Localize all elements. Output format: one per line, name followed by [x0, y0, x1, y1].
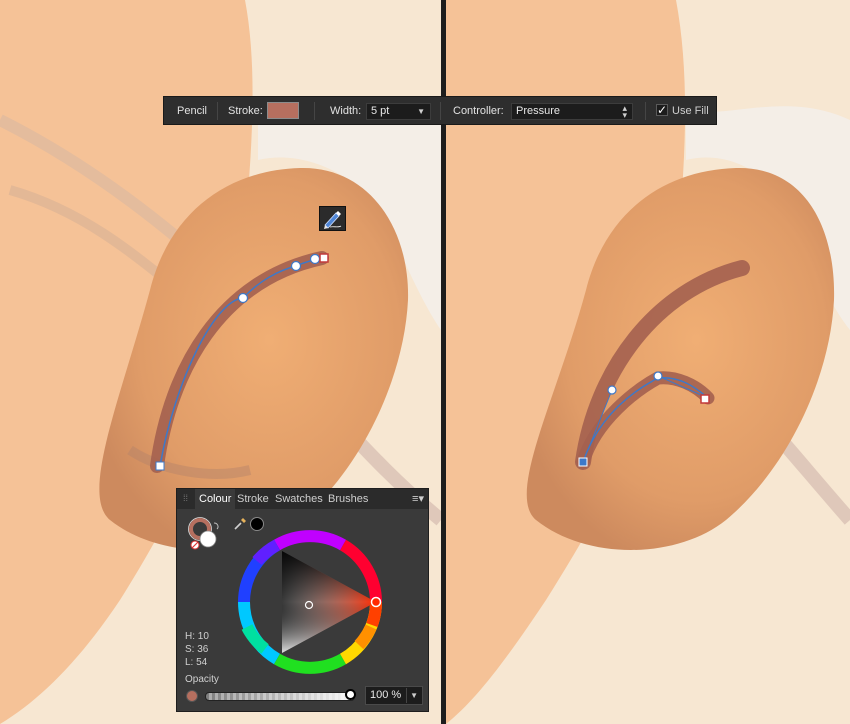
end-node: [319, 253, 329, 263]
toolbar-separator: [645, 102, 646, 120]
opacity-value: 100 %: [370, 689, 402, 701]
field-separator: [406, 688, 407, 703]
path-node: [290, 260, 302, 272]
stroke-color-swatch[interactable]: [267, 102, 299, 119]
dropdown-arrow-icon: ▼: [417, 107, 425, 116]
opacity-colour-swatch: [186, 690, 198, 702]
panel-grip-icon[interactable]: ⁞⁞: [183, 493, 188, 503]
lightness-value: L: 54: [185, 657, 208, 668]
stepper-arrows-icon: ▴ ▾: [622, 103, 627, 120]
tab-colour[interactable]: Colour: [195, 489, 236, 509]
tool-name: Pencil: [177, 105, 207, 117]
swap-arrows-icon: [213, 522, 219, 530]
hue-handle: [370, 596, 382, 608]
start-node: [155, 461, 165, 471]
path-node: [237, 292, 249, 304]
end-node: [700, 394, 710, 404]
width-field[interactable]: 5 pt ▼: [366, 103, 431, 120]
controller-value: Pressure: [516, 105, 561, 117]
panel-tab-bar: ⁞⁞ Colour Stroke Swatches Brushes ≡▾: [177, 489, 428, 509]
fill-stroke-selector[interactable]: [187, 517, 223, 553]
hamburger-menu-icon[interactable]: ≡▾: [412, 492, 424, 505]
start-node-selected: [578, 457, 588, 467]
opacity-slider[interactable]: [205, 692, 355, 701]
controller-label: Controller:: [453, 105, 504, 117]
control-handle: [653, 371, 663, 381]
context-toolbar: Pencil Stroke: Width: 5 pt ▼ Controller:…: [163, 96, 717, 125]
control-handle: [607, 385, 617, 395]
use-fill-checkbox[interactable]: ✓: [656, 104, 668, 116]
stroke-label: Stroke:: [228, 105, 263, 117]
toolbar-separator: [314, 102, 315, 120]
tab-swatches[interactable]: Swatches: [275, 493, 323, 506]
saturation-value: S: 36: [185, 644, 209, 655]
tab-stroke[interactable]: Stroke: [237, 493, 269, 506]
width-value: 5 pt: [371, 105, 390, 117]
colour-wheel[interactable]: [235, 527, 385, 677]
hue-value: H: 10: [185, 631, 209, 642]
opacity-slider-handle[interactable]: [345, 689, 356, 700]
controller-select[interactable]: Pressure ▴ ▾: [511, 103, 633, 120]
toolbar-separator: [217, 102, 218, 120]
width-label: Width:: [330, 105, 362, 117]
use-fill-label: Use Fill: [672, 105, 709, 117]
colour-panel: ⁞⁞ Colour Stroke Swatches Brushes ≡▾ H: …: [176, 488, 429, 712]
opacity-field[interactable]: 100 % ▼: [365, 686, 423, 705]
opacity-label: Opacity: [185, 674, 219, 685]
tab-brushes[interactable]: Brushes: [328, 493, 368, 506]
toolbar-separator: [440, 102, 441, 120]
pencil-icon: [319, 206, 346, 231]
path-node: [309, 253, 321, 265]
dropdown-arrow-icon[interactable]: ▼: [410, 687, 418, 704]
